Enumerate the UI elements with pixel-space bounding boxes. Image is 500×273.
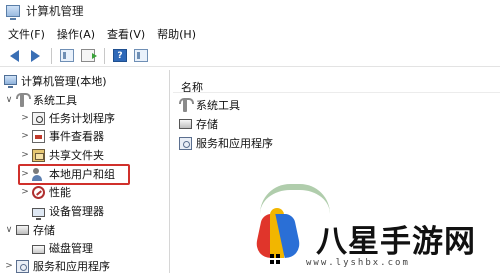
back-button[interactable]: [4, 46, 24, 66]
tree-item-label: 性能: [49, 186, 71, 199]
tree-item-storage[interactable]: ∨ 存储: [4, 221, 55, 239]
tree-item-label: 服务和应用程序: [33, 260, 110, 273]
help-icon: ?: [113, 49, 127, 62]
windows-logo-icon: [270, 254, 280, 264]
export-list-button[interactable]: [78, 46, 98, 66]
window-title: 计算机管理: [26, 3, 84, 18]
tree-item-system-tools[interactable]: ∨ 系统工具: [4, 91, 77, 109]
services-icon: [16, 259, 29, 273]
tree-item-disk-management[interactable]: 磁盘管理: [20, 239, 93, 257]
disk-icon: [32, 245, 45, 254]
watermark: 八星手游网 www.lyshbx.com: [250, 184, 500, 273]
tree-item-label: 事件查看器: [49, 130, 104, 143]
watermark-url: www.lyshbx.com: [306, 258, 410, 268]
toolbar: ?: [0, 45, 500, 67]
list-item-label: 系统工具: [196, 99, 240, 112]
tree-root[interactable]: 计算机管理(本地): [4, 72, 107, 90]
tree-item-label: 设备管理器: [49, 205, 104, 218]
menu-action[interactable]: 操作(A): [53, 26, 103, 42]
help-button[interactable]: ?: [110, 46, 130, 66]
tools-icon: [16, 92, 31, 107]
tree-item-device-manager[interactable]: 设备管理器: [20, 202, 104, 220]
chevron-right-icon[interactable]: >: [20, 113, 30, 123]
computer-management-icon: [6, 4, 20, 20]
menu-help[interactable]: 帮助(H): [153, 26, 204, 42]
list-item-label: 存储: [196, 118, 218, 131]
header-divider: [173, 92, 500, 93]
selection-highlight: [18, 164, 130, 185]
toolbar-separator: [51, 47, 52, 64]
storage-icon: [16, 225, 29, 235]
action-pane-icon: [134, 49, 148, 62]
shared-folder-icon: [32, 148, 45, 162]
computer-icon: [4, 75, 17, 88]
tree-item-label: 共享文件夹: [49, 149, 104, 162]
tree-item-event-viewer[interactable]: > 事件查看器: [20, 127, 104, 145]
services-icon: [179, 136, 192, 150]
watermark-brand: 八星手游网: [316, 224, 476, 260]
tree-item-label: 系统工具: [33, 94, 77, 107]
title-bar: 计算机管理: [0, 0, 500, 21]
tree-item-label: 任务计划程序: [49, 112, 115, 125]
chevron-right-icon[interactable]: >: [20, 131, 30, 141]
tree-item-label: 存储: [33, 224, 55, 237]
task-scheduler-icon: [32, 111, 45, 125]
chevron-right-icon[interactable]: >: [20, 187, 30, 197]
device-manager-icon: [32, 207, 45, 220]
action-pane-button[interactable]: [131, 46, 151, 66]
forward-arrow-icon: [30, 49, 40, 62]
chevron-right-icon[interactable]: >: [20, 150, 30, 160]
tree-item-performance[interactable]: > 性能: [20, 183, 71, 201]
chevron-right-icon[interactable]: >: [4, 261, 14, 271]
menu-view[interactable]: 查看(V): [103, 26, 153, 42]
chevron-down-icon[interactable]: ∨: [4, 225, 14, 235]
list-item[interactable]: 存储: [179, 115, 218, 133]
event-viewer-icon: [32, 129, 45, 143]
list-item[interactable]: 系统工具: [179, 96, 240, 114]
storage-icon: [179, 119, 192, 129]
performance-icon: [32, 185, 45, 199]
export-icon: [81, 49, 97, 62]
tree-item-shared-folders[interactable]: > 共享文件夹: [20, 146, 104, 164]
list-item[interactable]: 服务和应用程序: [179, 134, 273, 152]
list-item-label: 服务和应用程序: [196, 137, 273, 150]
console-tree-icon: [60, 49, 74, 62]
menu-file[interactable]: 文件(F): [4, 26, 53, 42]
tree-item-services-applications[interactable]: > 服务和应用程序: [4, 257, 110, 273]
tree-item-label: 磁盘管理: [49, 242, 93, 255]
tools-icon: [179, 97, 194, 112]
show-hide-tree-button[interactable]: [57, 46, 77, 66]
menu-bar: 文件(F) 操作(A) 查看(V) 帮助(H): [0, 23, 500, 44]
forward-button[interactable]: [25, 46, 45, 66]
back-arrow-icon: [9, 49, 19, 62]
toolbar-separator: [104, 47, 105, 64]
chevron-down-icon[interactable]: ∨: [4, 95, 14, 105]
tree-root-label: 计算机管理(本地): [21, 75, 107, 88]
tree-item-task-scheduler[interactable]: > 任务计划程序: [20, 109, 115, 127]
